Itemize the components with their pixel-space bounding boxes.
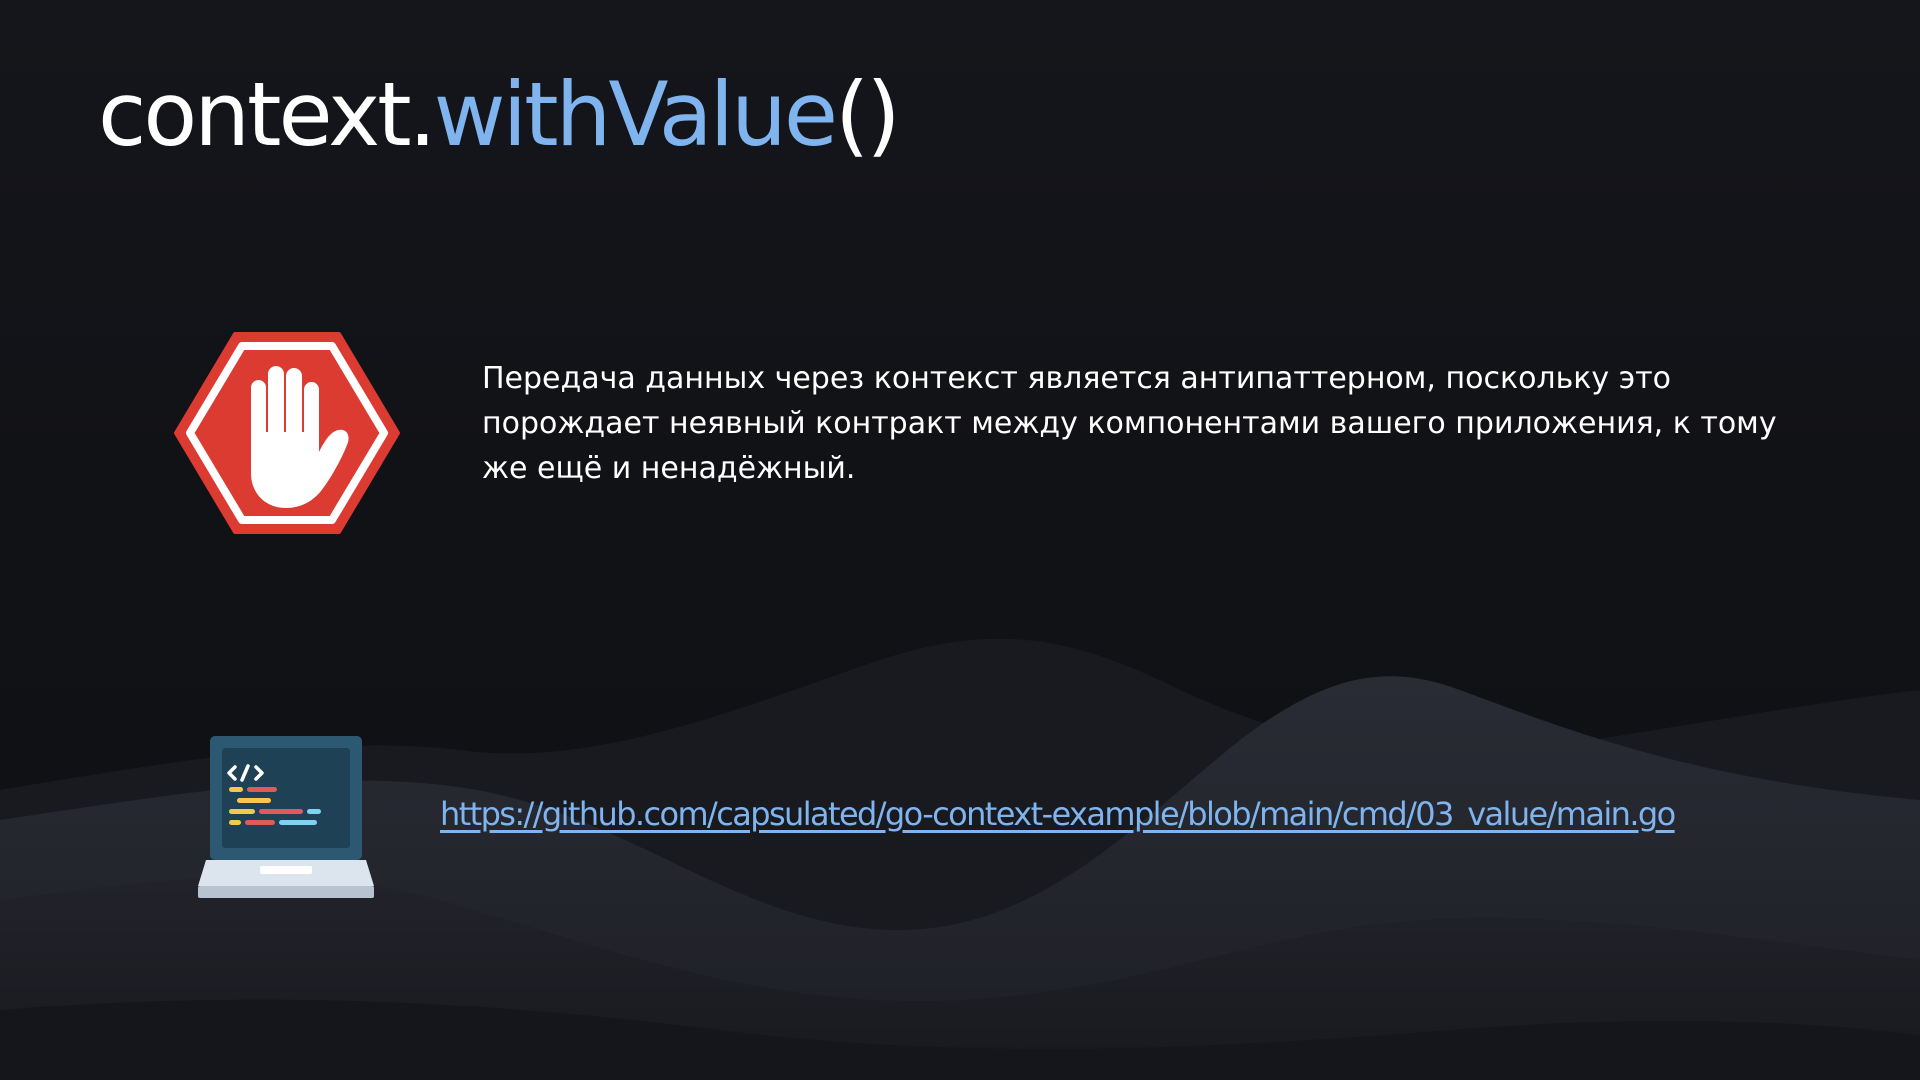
slide: context.withValue() Передача данных чере… [0, 0, 1920, 1080]
warning-text: Передача данных через контекст является … [482, 361, 1777, 486]
slide-title: context.withValue() [98, 62, 901, 168]
title-parens: () [835, 63, 901, 166]
laptop-code-icon [198, 736, 374, 898]
title-object: context. [98, 63, 437, 166]
github-repo-link[interactable]: https://github.com/capsulated/go-context… [440, 795, 1676, 833]
title-method: withValue [433, 63, 838, 166]
stop-hand-icon [174, 332, 400, 534]
